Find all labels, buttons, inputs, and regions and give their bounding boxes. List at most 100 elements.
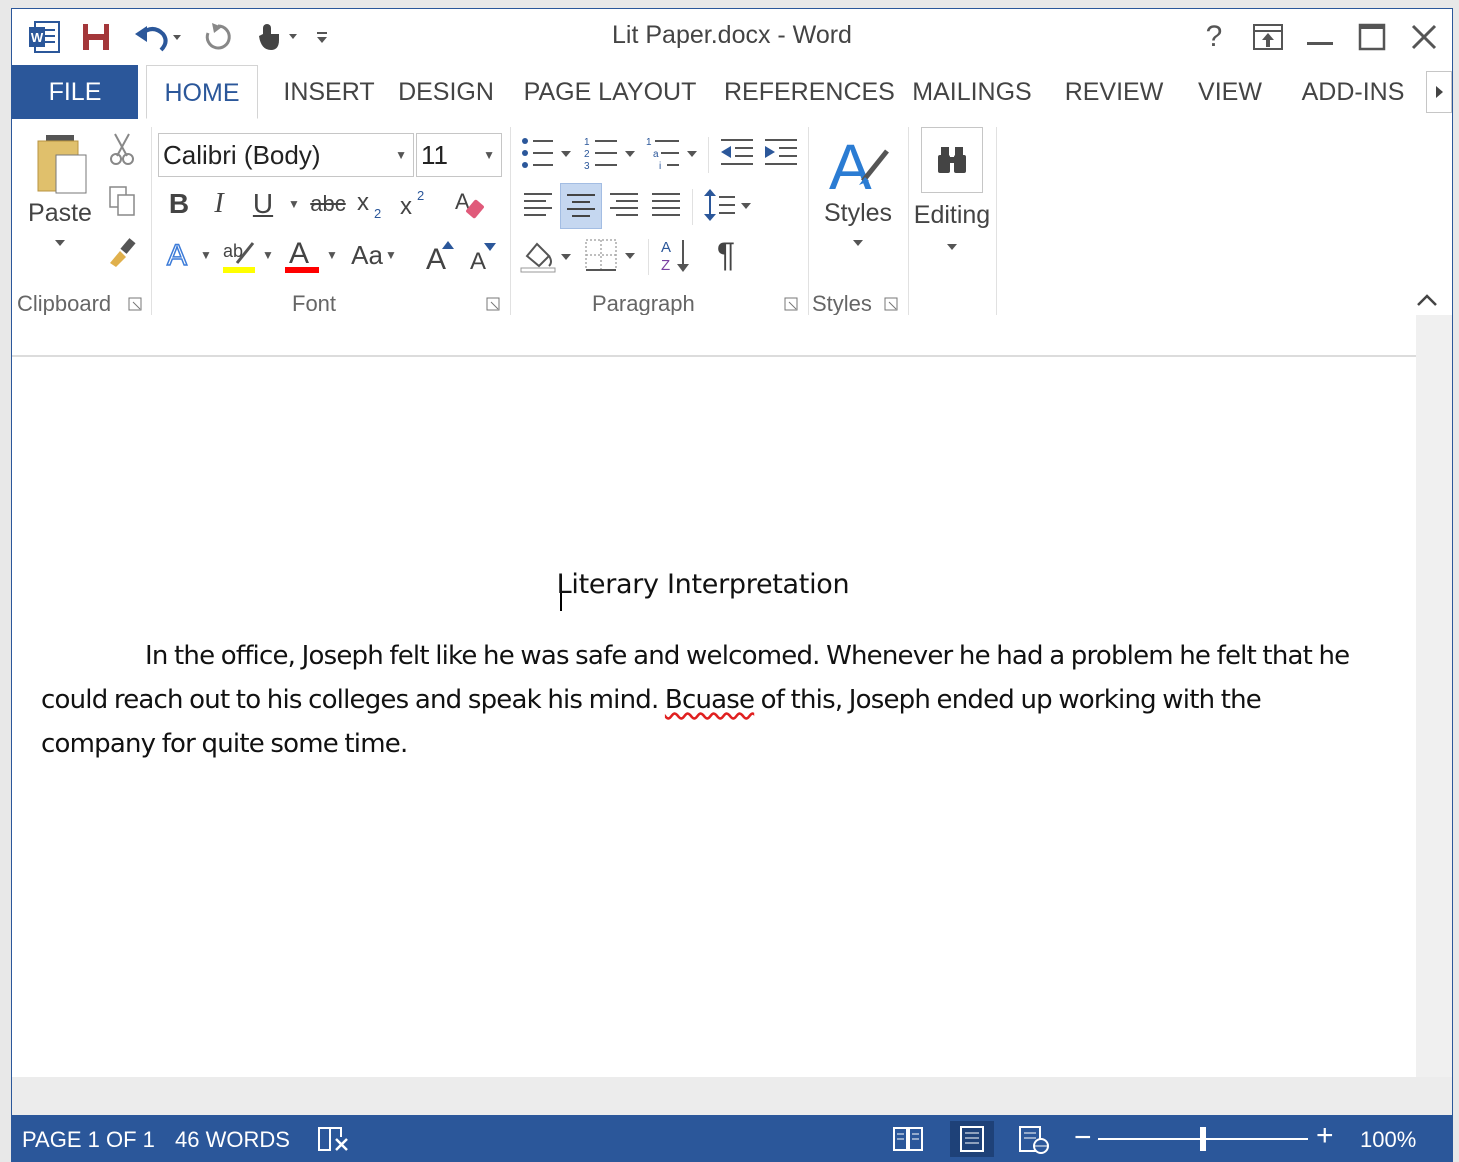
paste-button[interactable]: Paste <box>16 127 104 277</box>
align-right-icon[interactable] <box>604 183 644 227</box>
paste-icon <box>37 135 87 194</box>
copy-icon[interactable] <box>104 181 140 221</box>
binoculars-icon <box>921 127 983 193</box>
paste-dropdown-icon <box>55 240 65 246</box>
chevron-down-icon: ▼ <box>395 148 407 162</box>
styles-button[interactable]: A Styles <box>816 127 900 277</box>
styles-dialog-launcher-icon[interactable] <box>884 297 898 311</box>
word-count-status[interactable]: 46 WORDS <box>175 1127 290 1153</box>
document-paragraph[interactable]: In the office, Joseph felt like he was s… <box>41 634 1381 766</box>
divider <box>708 137 709 173</box>
zoom-slider-thumb[interactable] <box>1200 1127 1206 1151</box>
decrease-indent-icon[interactable] <box>716 131 758 175</box>
font-dialog-launcher-icon[interactable] <box>486 297 500 311</box>
window-title: Lit Paper.docx - Word <box>612 21 852 49</box>
svg-text:A: A <box>167 239 187 272</box>
bold-button[interactable]: B <box>162 183 196 225</box>
styles-label: Styles <box>823 199 893 227</box>
read-mode-icon[interactable] <box>892 1125 924 1159</box>
text-highlight-icon[interactable]: ab <box>218 233 258 277</box>
underline-button[interactable]: U <box>246 183 280 225</box>
format-painter-icon[interactable] <box>104 233 140 273</box>
document-heading[interactable]: Literary Interpretation <box>12 569 1394 600</box>
shading-icon[interactable] <box>518 233 576 277</box>
tab-view[interactable]: VIEW <box>1190 65 1270 119</box>
zoom-level[interactable]: 100% <box>1360 1127 1416 1153</box>
ribbon-display-options-icon[interactable] <box>1246 17 1290 57</box>
tab-mailings[interactable]: MAILINGS <box>908 65 1036 119</box>
highlight-dropdown-icon[interactable]: ▼ <box>260 233 276 277</box>
ribbon: Paste Clipboard Calibri (Body) ▼ 11 ▼ B … <box>12 119 1452 316</box>
svg-text:A: A <box>661 239 671 256</box>
strikethrough-button[interactable]: abc <box>306 183 350 225</box>
zoom-in-icon[interactable]: + <box>1316 1119 1334 1153</box>
align-center-icon[interactable] <box>560 183 602 229</box>
tab-insert[interactable]: INSERT <box>274 65 384 119</box>
vertical-scrollbar[interactable] <box>1416 315 1452 1077</box>
numbering-icon[interactable]: 123 <box>582 131 640 175</box>
paragraph-dialog-launcher-icon[interactable] <box>784 297 798 311</box>
grow-font-icon[interactable]: A <box>422 233 460 277</box>
superscript-icon[interactable]: x2 <box>396 183 432 225</box>
font-color-icon[interactable]: A <box>282 233 322 277</box>
minimize-icon[interactable] <box>1298 17 1342 57</box>
tab-add-ins[interactable]: ADD-INS <box>1294 65 1412 119</box>
tab-page-layout[interactable]: PAGE LAYOUT <box>522 65 698 119</box>
divider <box>648 239 649 275</box>
divider <box>808 127 809 315</box>
svg-text:x: x <box>400 193 412 220</box>
increase-indent-icon[interactable] <box>760 131 802 175</box>
font-color-dropdown-icon[interactable]: ▼ <box>324 233 340 277</box>
editing-label: Editing <box>913 201 991 229</box>
text-effects-dropdown-icon[interactable]: ▼ <box>198 233 214 277</box>
maximize-icon[interactable] <box>1350 17 1394 57</box>
misspelled-word[interactable]: Bcuase <box>665 685 755 715</box>
line-spacing-icon[interactable] <box>700 183 758 227</box>
web-layout-icon[interactable] <box>1018 1125 1050 1161</box>
collapse-ribbon-icon[interactable] <box>1412 287 1442 313</box>
close-icon[interactable] <box>1402 17 1446 57</box>
tab-scroll-right-icon[interactable] <box>1426 71 1452 113</box>
underline-dropdown-icon[interactable]: ▼ <box>284 183 304 225</box>
page-count-status[interactable]: PAGE 1 OF 1 <box>22 1127 155 1153</box>
tab-home[interactable]: HOME <box>146 65 258 119</box>
subscript-icon[interactable]: x2 <box>354 183 388 225</box>
chevron-down-icon: ▼ <box>384 248 397 262</box>
cut-icon[interactable] <box>104 129 140 169</box>
change-case-button[interactable]: Aa ▼ <box>344 233 404 277</box>
svg-text:1: 1 <box>584 137 590 148</box>
tab-file[interactable]: FILE <box>12 65 138 119</box>
tab-references[interactable]: REFERENCES <box>724 65 895 119</box>
print-layout-icon[interactable] <box>950 1121 994 1157</box>
proofing-status-icon[interactable] <box>316 1125 350 1159</box>
divider <box>151 127 152 315</box>
tab-review[interactable]: REVIEW <box>1064 65 1164 119</box>
paragraph-group-label: Paragraph <box>592 291 695 316</box>
svg-text:2: 2 <box>374 206 381 220</box>
sort-icon[interactable]: AZ <box>656 233 696 277</box>
help-button[interactable]: ? <box>1192 17 1236 57</box>
italic-button[interactable]: I <box>202 183 236 225</box>
font-size-value: 11 <box>421 140 448 170</box>
svg-text:2: 2 <box>417 188 424 203</box>
font-size-combo[interactable]: 11 ▼ <box>416 133 502 177</box>
zoom-out-icon[interactable]: − <box>1074 1121 1092 1155</box>
show-formatting-marks-icon[interactable]: ¶ <box>706 233 746 277</box>
borders-icon[interactable] <box>582 233 640 277</box>
justify-icon[interactable] <box>646 183 686 227</box>
editing-button[interactable]: Editing <box>912 127 992 277</box>
multilevel-list-icon[interactable]: 1ai <box>644 131 702 175</box>
text-effects-icon[interactable]: A <box>162 233 198 277</box>
svg-text:A: A <box>426 243 446 273</box>
font-name-combo[interactable]: Calibri (Body) ▼ <box>158 133 414 177</box>
tab-design[interactable]: DESIGN <box>396 65 496 119</box>
status-bar: PAGE 1 OF 1 46 WORDS − + 100% <box>12 1115 1452 1161</box>
clipboard-dialog-launcher-icon[interactable] <box>128 297 142 311</box>
clear-formatting-icon[interactable]: A <box>450 183 490 225</box>
svg-text:3: 3 <box>584 161 590 171</box>
svg-text:A: A <box>829 131 872 199</box>
align-left-icon[interactable] <box>518 183 558 227</box>
bullets-icon[interactable] <box>518 131 576 175</box>
shrink-font-icon[interactable]: A <box>464 233 502 277</box>
title-bar: W Lit Paper.docx - Word ? <box>12 9 1452 65</box>
